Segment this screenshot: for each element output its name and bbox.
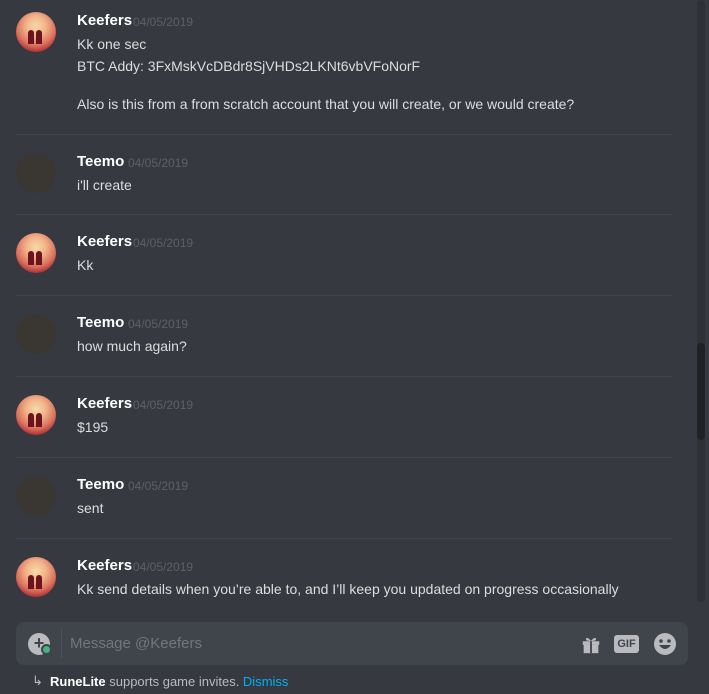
- message-text: Kk one sec: [77, 36, 147, 52]
- message-text: sent: [77, 500, 104, 516]
- avatar-figure: [28, 251, 34, 265]
- gift-icon[interactable]: [580, 633, 602, 655]
- scrollbar-thumb[interactable]: [697, 343, 705, 440]
- attach-badge: [41, 644, 52, 655]
- avatar[interactable]: [16, 233, 56, 273]
- message-list[interactable]: Keefers 04/05/2019 Kk one sec BTC Addy: 3Fx…: [0, 0, 696, 602]
- avatar-figure: [36, 413, 42, 427]
- avatar[interactable]: [16, 557, 56, 597]
- message-text: Kk: [77, 257, 94, 273]
- message-composer: + GIF: [16, 622, 688, 665]
- composer-divider: [61, 629, 62, 658]
- message-text: how much again?: [77, 338, 187, 354]
- timestamp: 04/05/2019: [133, 15, 194, 29]
- message-divider: [16, 457, 672, 458]
- avatar-figure: [36, 575, 42, 589]
- message-text: i'll create: [77, 177, 132, 193]
- message-text: Also is this from a from scratch account…: [77, 96, 575, 112]
- timestamp: 04/05/2019: [133, 236, 194, 250]
- message-divider: [16, 295, 672, 296]
- message-divider: [16, 538, 672, 539]
- message-text: Kk send details when you’re able to, and…: [77, 581, 619, 597]
- emoji-icon[interactable]: [653, 632, 677, 656]
- gif-icon[interactable]: GIF: [614, 635, 639, 653]
- message-text: BTC Addy: 3FxMskVcDBdr8SjVHDs2LKNt6vbVFo…: [77, 58, 421, 74]
- message-input[interactable]: [70, 631, 560, 656]
- message-text: $195: [77, 419, 109, 435]
- timestamp: 04/05/2019: [133, 398, 194, 412]
- timestamp: 04/05/2019: [128, 156, 189, 170]
- avatar[interactable]: [16, 314, 56, 354]
- message-divider: [16, 376, 672, 377]
- avatar[interactable]: [16, 395, 56, 435]
- username[interactable]: Keefers: [77, 12, 132, 29]
- username[interactable]: Teemo: [77, 476, 124, 493]
- avatar[interactable]: [16, 476, 56, 516]
- timestamp: 04/05/2019: [133, 560, 194, 574]
- timestamp: 04/05/2019: [128, 317, 189, 331]
- app-name: RuneLite: [50, 674, 106, 689]
- scrollbar-track[interactable]: [697, 0, 705, 602]
- username[interactable]: Keefers: [77, 233, 132, 250]
- username[interactable]: Keefers: [77, 557, 132, 574]
- avatar-figure: [28, 30, 34, 44]
- avatar-figure: [28, 575, 34, 589]
- username[interactable]: Teemo: [77, 153, 124, 170]
- avatar-figure: [28, 413, 34, 427]
- avatar-figure: [36, 251, 42, 265]
- dismiss-link[interactable]: Dismiss: [243, 674, 289, 689]
- message-divider: [16, 214, 672, 215]
- timestamp: 04/05/2019: [128, 479, 189, 493]
- notice-text: supports game invites.: [105, 674, 243, 689]
- username[interactable]: Teemo: [77, 314, 124, 331]
- avatar-figure: [36, 30, 42, 44]
- game-invite-notice: ↳ RuneLite supports game invites. Dismis…: [32, 673, 289, 689]
- avatar[interactable]: [16, 12, 56, 52]
- avatar[interactable]: [16, 153, 56, 193]
- corner-arrow-icon: ↳: [32, 673, 43, 688]
- username[interactable]: Keefers: [77, 395, 132, 412]
- message-divider: [16, 134, 672, 135]
